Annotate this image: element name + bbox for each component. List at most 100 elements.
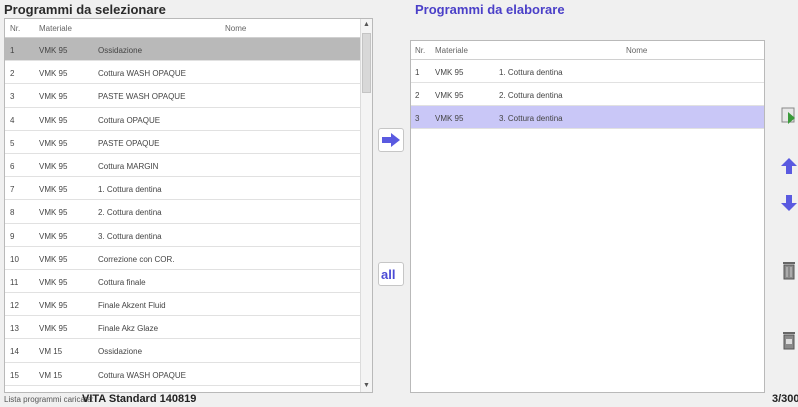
move-first-button[interactable] — [780, 106, 798, 126]
row-number: 3 — [10, 92, 15, 102]
table-row[interactable]: 4 VMK 95 Cottura OPAQUE — [5, 108, 372, 131]
add-all-icon: all — [381, 267, 396, 282]
delete-button[interactable] — [780, 260, 798, 280]
row-name: Correzione con COR. — [98, 254, 175, 264]
row-number: 2 — [10, 69, 15, 79]
table-row[interactable]: 13 VMK 95 Finale Akz Glaze — [5, 316, 372, 340]
add-all-button[interactable]: all — [378, 262, 404, 286]
table-row[interactable]: 6 VMK 95 Cottura MARGIN — [5, 154, 372, 178]
row-material: VM 15 — [39, 347, 63, 357]
row-name: Cottura WASH OPAQUE — [98, 370, 187, 380]
row-number: 2 — [415, 91, 420, 100]
left-scrollbar[interactable]: ▲ ▼ — [360, 19, 372, 392]
row-number: 13 — [10, 324, 19, 334]
row-number: 8 — [10, 208, 15, 218]
scroll-thumb[interactable] — [362, 33, 371, 93]
row-name: Finale Akzent Fluid — [98, 301, 166, 311]
table-row[interactable]: 14 VM 15 Ossidazione — [5, 339, 372, 363]
table-row[interactable]: 1 VMK 95 Ossidazione — [5, 38, 372, 62]
row-name: PASTE OPAQUE — [98, 138, 160, 148]
table-row[interactable]: 2 VMK 95 Cottura WASH OPAQUE — [5, 61, 372, 85]
row-name: Ossidazione — [98, 46, 143, 55]
row-number: 3 — [415, 114, 420, 123]
row-number: 14 — [10, 347, 19, 357]
scroll-down-icon[interactable]: ▼ — [361, 380, 372, 392]
table-row[interactable]: 3 VMK 95 PASTE WASH OPAQUE — [5, 84, 372, 108]
row-name: Finale Akz Glaze — [98, 324, 159, 334]
row-number: 9 — [10, 231, 15, 241]
row-material: VMK 95 — [39, 46, 68, 55]
row-number: 1 — [415, 68, 420, 77]
row-material: VMK 95 — [435, 114, 464, 123]
row-name: 1. Cottura dentina — [98, 185, 162, 195]
column-header-name[interactable]: Nome — [626, 46, 647, 55]
available-programs-list[interactable]: Nr. Materiale Nome 1 VMK 95 Ossidazione 2 VM… — [4, 18, 373, 393]
row-material: VMK 95 — [39, 208, 68, 218]
row-name: PASTE WASH OPAQUE — [98, 92, 186, 102]
table-row[interactable]: 8 VMK 95 2. Cottura dentina — [5, 200, 372, 224]
trash-all-icon — [783, 332, 795, 350]
column-header-material[interactable]: Materiale — [39, 24, 72, 33]
table-row[interactable]: 1 VMK 95 1. Cottura dentina — [411, 60, 764, 83]
row-material: VMK 95 — [39, 277, 68, 287]
row-number: 15 — [10, 370, 19, 380]
loaded-list-label: Lista programmi caricata: — [4, 395, 94, 404]
right-list-header: Nr. Materiale Nome — [411, 41, 764, 60]
row-material: VMK 95 — [435, 91, 464, 100]
move-up-button[interactable] — [780, 156, 798, 176]
right-panel-title: Programmi da elaborare — [415, 2, 565, 17]
selected-programs-list[interactable]: Nr. Materiale Nome 1 VMK 95 1. Cottura den… — [410, 40, 765, 393]
row-number: 12 — [10, 301, 19, 311]
row-number: 4 — [10, 115, 15, 125]
row-number: 1 — [10, 46, 15, 55]
program-count: 3/300 — [772, 393, 798, 405]
row-material: VMK 95 — [435, 68, 464, 77]
delete-all-button[interactable] — [780, 330, 798, 350]
row-number: 5 — [10, 138, 15, 148]
row-name: 1. Cottura dentina — [499, 68, 563, 77]
row-material: VMK 95 — [39, 69, 68, 79]
row-material: VMK 95 — [39, 115, 68, 125]
row-name: 2. Cottura dentina — [499, 91, 563, 100]
column-header-no[interactable]: Nr. — [10, 24, 20, 33]
move-first-icon — [781, 107, 795, 124]
move-up-icon — [781, 158, 797, 174]
row-material: VM 15 — [39, 370, 63, 380]
table-row[interactable]: 11 VMK 95 Cottura finale — [5, 270, 372, 294]
row-name: Cottura finale — [98, 277, 146, 287]
right-list-rows: 1 VMK 95 1. Cottura dentina 2 VMK 95 2. Cottu… — [411, 60, 764, 129]
row-material: VMK 95 — [39, 92, 68, 102]
row-material: VMK 95 — [39, 138, 68, 148]
table-row[interactable]: 3 VMK 95 3. Cottura dentina — [411, 106, 764, 129]
row-number: 11 — [10, 277, 19, 287]
row-name: 2. Cottura dentina — [98, 208, 162, 218]
row-name: Cottura MARGIN — [98, 161, 159, 171]
row-number: 6 — [10, 161, 15, 171]
table-row[interactable]: 5 VMK 95 PASTE OPAQUE — [5, 131, 372, 154]
table-row[interactable]: 15 VM 15 Cottura WASH OPAQUE — [5, 363, 372, 386]
row-material: VMK 95 — [39, 185, 68, 195]
move-down-icon — [781, 195, 797, 211]
row-name: Cottura WASH OPAQUE — [98, 69, 187, 79]
left-list-header: Nr. Materiale Nome — [5, 19, 372, 38]
row-material: VMK 95 — [39, 231, 68, 241]
table-row[interactable]: 10 VMK 95 Correzione con COR. — [5, 247, 372, 270]
table-row[interactable]: 12 VMK 95 Finale Akzent Fluid — [5, 293, 372, 317]
loaded-list-name: VITA Standard 140819 — [82, 393, 197, 405]
trash-icon — [783, 262, 795, 280]
row-name: Cottura OPAQUE — [98, 115, 161, 125]
move-down-button[interactable] — [780, 193, 798, 213]
row-material: VMK 95 — [39, 324, 68, 334]
table-row[interactable]: 2 VMK 95 2. Cottura dentina — [411, 83, 764, 106]
table-row[interactable]: 7 VMK 95 1. Cottura dentina — [5, 177, 372, 201]
column-header-name[interactable]: Nome — [225, 24, 246, 33]
column-header-material[interactable]: Materiale — [435, 46, 468, 55]
row-material: VMK 95 — [39, 161, 68, 171]
add-selected-button[interactable] — [378, 128, 404, 152]
row-name: Ossidazione — [98, 347, 143, 357]
column-header-no[interactable]: Nr. — [415, 46, 425, 55]
left-panel-title: Programmi da selezionare — [4, 2, 166, 17]
table-row[interactable]: 9 VMK 95 3. Cottura dentina — [5, 224, 372, 247]
scroll-up-icon[interactable]: ▲ — [361, 19, 372, 31]
row-material: VMK 95 — [39, 254, 68, 264]
